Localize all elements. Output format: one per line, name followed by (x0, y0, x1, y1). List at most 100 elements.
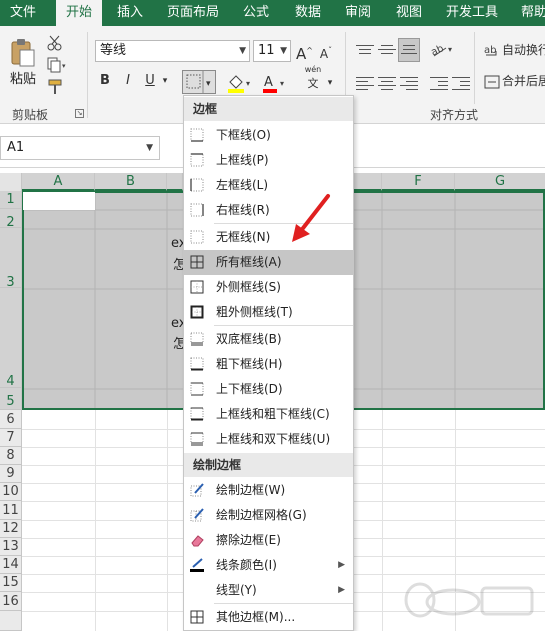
column-header-f[interactable]: F (382, 173, 455, 191)
active-cell-a1[interactable] (23, 192, 95, 210)
clipboard-launcher-icon[interactable]: ↘ (75, 109, 84, 118)
font-size-select[interactable]: 11 ▼ (253, 40, 291, 62)
draw-border-grid-icon (190, 508, 204, 522)
menu-separator (214, 325, 353, 326)
tab-review[interactable]: 审阅 (336, 0, 380, 26)
align-center-icon[interactable] (378, 74, 396, 90)
tab-file[interactable]: 文件 (0, 0, 46, 26)
merge-center-icon[interactable] (484, 74, 500, 92)
row-header[interactable] (0, 611, 22, 631)
column-header-e[interactable] (354, 173, 382, 191)
menu-item-top-double-bottom-border[interactable]: 上框线和双下框线(U) (184, 427, 353, 452)
wrap-text-icon[interactable]: ab (484, 42, 500, 60)
align-left-icon[interactable] (356, 74, 374, 90)
merge-center-button[interactable]: 合并后居 (502, 70, 545, 92)
italic-button[interactable]: I (120, 70, 136, 92)
menu-item-label: 擦除边框(E) (216, 533, 281, 547)
decrease-indent-icon[interactable] (430, 74, 448, 90)
menu-item-draw-border-grid[interactable]: 绘制边框网格(G) (184, 503, 353, 528)
font-color-icon[interactable]: A ▾ (262, 72, 288, 94)
tab-data[interactable]: 数据 (286, 0, 330, 26)
menu-item-label: 上下框线(D) (216, 382, 283, 396)
menu-item-label: 所有框线(A) (216, 255, 282, 269)
menu-item-draw-border[interactable]: 绘制边框(W) (184, 478, 353, 503)
row-header[interactable]: 3 (0, 228, 22, 290)
cut-icon[interactable] (46, 34, 64, 52)
menu-item-label: 绘制边框(W) (216, 483, 286, 497)
copy-icon[interactable]: ▾ (46, 56, 66, 74)
row-header[interactable]: 13 (0, 538, 22, 556)
format-painter-icon[interactable] (46, 78, 64, 96)
borders-button[interactable]: ▾ (182, 70, 216, 94)
top-thick-bottom-border-icon (190, 407, 204, 421)
menu-item-more-borders[interactable]: 其他边框(M)... (184, 605, 353, 630)
paste-button[interactable]: 粘贴 (10, 68, 36, 87)
menu-item-thick-outside-borders[interactable]: 粗外侧框线(T) (184, 300, 353, 325)
select-all-button[interactable] (0, 173, 22, 191)
row-header[interactable]: 10 (0, 483, 22, 501)
column-header-c[interactable] (167, 173, 183, 191)
menu-separator (214, 603, 353, 604)
name-box[interactable]: A1 ▼ (0, 136, 160, 160)
orientation-icon[interactable]: ab ▾ (430, 40, 456, 58)
tab-page-layout[interactable]: 页面布局 (160, 0, 226, 26)
row-header[interactable]: 4 (0, 288, 22, 389)
no-border-icon (190, 230, 204, 244)
row-header[interactable]: 1 (0, 191, 22, 209)
underline-button[interactable]: U (142, 70, 158, 92)
menu-item-label: 无框线(N) (216, 230, 271, 244)
row-header[interactable]: 2 (0, 209, 22, 230)
column-header-a[interactable]: A (22, 173, 95, 191)
tab-developer[interactable]: 开发工具 (438, 0, 506, 26)
row-header[interactable]: 7 (0, 429, 22, 447)
phonetic-dropdown-icon[interactable]: ▾ (325, 72, 335, 94)
thick-bottom-border-icon (190, 357, 204, 371)
decrease-font-size-button[interactable]: Aˇ (318, 40, 334, 62)
phonetic-guide-top[interactable]: wén (303, 64, 323, 76)
tab-formulas[interactable]: 公式 (234, 0, 278, 26)
row-header[interactable]: 6 (0, 410, 22, 429)
row-header[interactable]: 12 (0, 520, 22, 538)
menu-item-outside-borders[interactable]: 外侧框线(S) (184, 275, 353, 300)
menu-item-line-color[interactable]: 线条颜色(I) ▶ (184, 553, 353, 578)
menu-item-bottom-border[interactable]: 下框线(O) (184, 123, 353, 148)
wrap-text-button[interactable]: 自动换行 (502, 39, 545, 61)
align-middle-icon[interactable] (378, 42, 396, 58)
underline-dropdown-icon[interactable]: ▾ (160, 70, 170, 92)
row-header[interactable]: 11 (0, 501, 22, 520)
submenu-arrow-icon: ▶ (338, 585, 345, 595)
align-right-icon[interactable] (400, 74, 418, 90)
menu-item-top-thick-bottom-border[interactable]: 上框线和粗下框线(C) (184, 402, 353, 427)
menu-item-erase-border[interactable]: 擦除边框(E) (184, 528, 353, 553)
menu-item-top-border[interactable]: 上框线(P) (184, 148, 353, 173)
menu-item-double-bottom-border[interactable]: 双底框线(B) (184, 327, 353, 352)
align-bottom-icon[interactable] (398, 38, 420, 62)
align-top-icon[interactable] (356, 42, 374, 58)
menu-item-top-bottom-border[interactable]: 上下框线(D) (184, 377, 353, 402)
tab-view[interactable]: 视图 (387, 0, 431, 26)
tab-help[interactable]: 帮助 (512, 0, 545, 26)
menu-item-all-borders[interactable]: 所有框线(A) (184, 250, 353, 275)
fill-color-icon[interactable]: ▾ (226, 72, 250, 94)
row-header[interactable]: 15 (0, 574, 22, 592)
menu-item-thick-bottom-border[interactable]: 粗下框线(H) (184, 352, 353, 377)
column-header-g[interactable]: G (455, 173, 545, 191)
bold-button[interactable]: B (97, 70, 113, 92)
column-header-b[interactable]: B (95, 173, 167, 191)
menu-item-line-style[interactable]: 线型(Y) ▶ (184, 578, 353, 603)
row-header[interactable]: 5 (0, 388, 22, 410)
font-name-select[interactable]: 等线 ▼ (95, 40, 250, 62)
phonetic-guide-button[interactable]: 文 (305, 76, 321, 92)
menu-item-label: 左框线(L) (216, 178, 269, 192)
row-header[interactable]: 14 (0, 556, 22, 574)
increase-indent-icon[interactable] (452, 74, 470, 90)
row-header[interactable]: 16 (0, 592, 22, 611)
clipboard-group-label: 剪贴板 (12, 108, 49, 122)
row-header[interactable]: 9 (0, 465, 22, 483)
tab-insert[interactable]: 插入 (108, 0, 152, 26)
row-header[interactable]: 8 (0, 447, 22, 465)
svg-text:▾: ▾ (246, 79, 250, 88)
tab-home[interactable]: 开始 (56, 0, 102, 26)
paste-icon[interactable] (10, 38, 36, 68)
increase-font-size-button[interactable]: A^ (296, 40, 313, 63)
